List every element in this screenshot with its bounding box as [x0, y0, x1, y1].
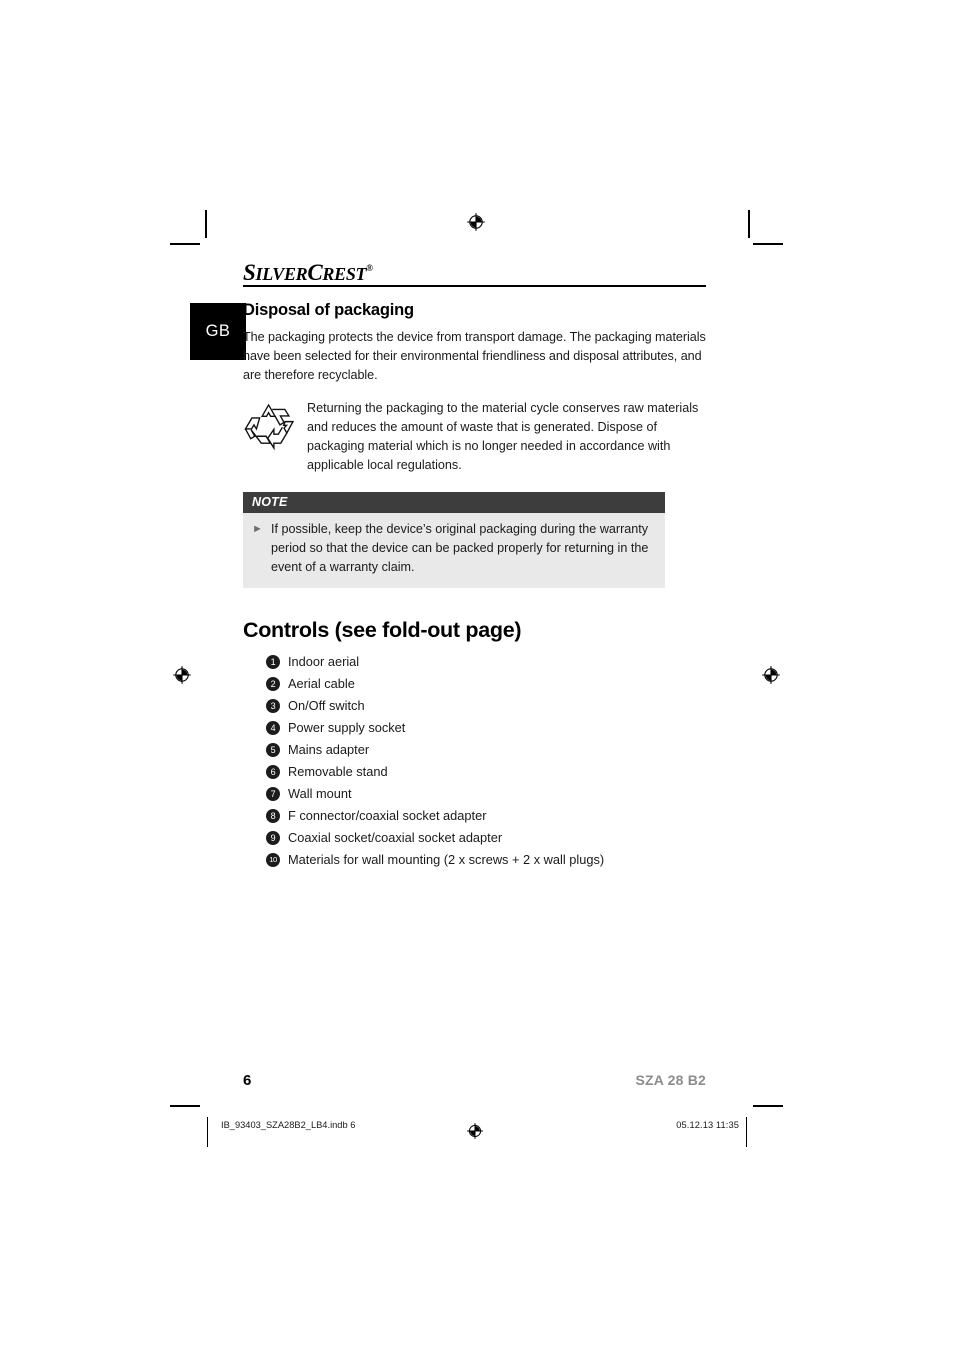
- registration-mark-right: [761, 665, 781, 685]
- page-title: Disposal of packaging: [243, 301, 414, 319]
- control-label-2: Aerial cable: [288, 676, 355, 691]
- number-badge-1: 1: [266, 655, 280, 669]
- number-badge-4: 4: [266, 721, 280, 735]
- crop-mark-bottom-right-horizontal: [753, 1105, 783, 1107]
- registration-mark-imprint: [466, 1122, 486, 1142]
- number-badge-9: 9: [266, 831, 280, 845]
- crop-mark-top-right-horizontal: [753, 243, 783, 245]
- page-footer: 6 SZA 28 B2: [243, 1072, 706, 1089]
- note-box-header: NOTE: [243, 492, 665, 513]
- logo-char-s: S: [243, 260, 256, 285]
- control-label-10: Materials for wall mounting (2 x screws …: [288, 852, 605, 867]
- language-tab-gb: GB: [190, 303, 246, 360]
- number-badge-10: 10: [266, 853, 280, 867]
- list-item: 7 Wall mount: [243, 784, 706, 806]
- list-item: 10 Materials for wall mounting (2 x scre…: [243, 850, 706, 872]
- control-label-1: Indoor aerial: [288, 654, 360, 669]
- disposal-paragraph: The packaging protects the device from t…: [243, 330, 706, 382]
- number-badge-7: 7: [266, 787, 280, 801]
- model-number: SZA 28 B2: [635, 1072, 706, 1088]
- list-item: 4 Power supply socket: [243, 718, 706, 740]
- logo-text-ilver: ILVER: [255, 264, 308, 284]
- control-label-7: Wall mount: [288, 786, 352, 801]
- list-item: 6 Removable stand: [243, 762, 706, 784]
- number-badge-5: 5: [266, 743, 280, 757]
- crop-mark-top-right-vertical: [748, 210, 750, 238]
- control-label-6: Removable stand: [288, 764, 388, 779]
- control-label-8: F connector/coaxial socket adapter: [288, 808, 487, 823]
- control-label-9: Coaxial socket/coaxial socket adapter: [288, 830, 503, 845]
- registration-mark-left: [172, 665, 192, 685]
- silvercrest-logo: SILVERCREST®: [243, 255, 373, 287]
- control-label-5: Mains adapter: [288, 742, 370, 757]
- header-rule-divider: [243, 285, 706, 287]
- note-box-body: ► If possible, keep the device’s origina…: [243, 513, 665, 588]
- list-item: 9 Coaxial socket/coaxial socket adapter: [243, 828, 706, 850]
- controls-section: Controls (see fold-out page) 1 Indoor ae…: [243, 618, 706, 872]
- page-number: 6: [243, 1072, 252, 1089]
- registration-mark-top: [466, 212, 486, 232]
- number-badge-2: 2: [266, 677, 280, 691]
- list-item: 2 Aerial cable: [243, 674, 706, 696]
- controls-heading: Controls (see fold-out page): [243, 618, 522, 642]
- crop-mark-bottom-left-horizontal: [170, 1105, 200, 1107]
- language-tab-label: GB: [205, 322, 231, 340]
- imprint-tick-right: [746, 1117, 748, 1147]
- crop-mark-top-left-vertical: [205, 210, 207, 238]
- number-badge-6: 6: [266, 765, 280, 779]
- list-item: 1 Indoor aerial: [243, 652, 706, 674]
- control-label-3: On/Off switch: [288, 698, 365, 713]
- imprint-tick-left: [207, 1117, 209, 1147]
- recycling-block: Returning the packaging to the material …: [243, 399, 706, 475]
- logo-char-c: C: [307, 260, 323, 285]
- control-label-4: Power supply socket: [288, 720, 406, 735]
- imprint-filename: IB_93403_SZA28B2_LB4.indb 6: [221, 1120, 356, 1130]
- controls-list: 1 Indoor aerial 2 Aerial cable 3 On/Off …: [243, 652, 706, 872]
- list-item: 3 On/Off switch: [243, 696, 706, 718]
- recycling-text: Returning the packaging to the material …: [307, 401, 699, 472]
- list-item: 5 Mains adapter: [243, 740, 706, 762]
- note-item-text: If possible, keep the device’s original …: [271, 522, 649, 574]
- recycling-mobius-loop-icon: [243, 399, 295, 475]
- imprint-timestamp: 05.12.13 11:35: [676, 1120, 739, 1130]
- registered-trademark-icon: ®: [366, 263, 373, 273]
- brand-header: SILVERCREST®: [243, 255, 706, 287]
- triangle-bullet-icon: ►: [252, 523, 263, 535]
- number-badge-8: 8: [266, 809, 280, 823]
- document-page: GB SILVERCREST® Disposal of packaging Th…: [0, 0, 954, 1350]
- page-content: SILVERCREST® Disposal of packaging The p…: [243, 255, 706, 872]
- logo-text-rest: REST: [322, 264, 367, 284]
- crop-mark-top-left-horizontal: [170, 243, 200, 245]
- note-list-item: ► If possible, keep the device’s origina…: [252, 520, 653, 577]
- note-box: NOTE ► If possible, keep the device’s or…: [243, 492, 665, 588]
- number-badge-3: 3: [266, 699, 280, 713]
- list-item: 8 F connector/coaxial socket adapter: [243, 806, 706, 828]
